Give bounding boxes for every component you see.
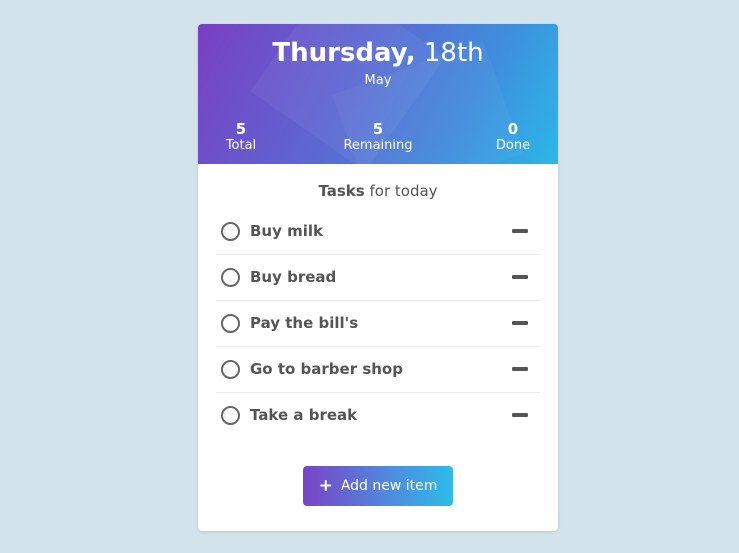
stat-total: 5 Total [198, 120, 286, 154]
task-label[interactable]: Pay the bill's [250, 313, 358, 333]
task-list: Buy milk Buy bread Pay the bill's Go to … [216, 209, 540, 439]
task-item: Pay the bill's [216, 301, 540, 347]
task-checkbox-icon[interactable] [221, 222, 240, 241]
remove-minus-icon[interactable] [512, 321, 528, 325]
stat-done-label: Done [495, 138, 531, 153]
task-label[interactable]: Buy bread [250, 267, 336, 287]
add-new-item-button[interactable]: + Add new item [303, 466, 453, 506]
task-label[interactable]: Buy milk [250, 221, 323, 241]
task-label[interactable]: Go to barber shop [250, 359, 403, 379]
stat-done: 0 Done [468, 120, 558, 154]
remove-minus-icon[interactable] [512, 413, 528, 417]
tasks-heading-rest: for today [364, 182, 438, 200]
task-item: Buy milk [216, 209, 540, 255]
tasks-heading-bold: Tasks [318, 182, 365, 200]
remove-minus-icon[interactable] [512, 229, 528, 233]
task-checkbox-icon[interactable] [221, 268, 240, 287]
day-number: 18th [423, 38, 484, 68]
stat-done-value: 0 [507, 120, 519, 138]
month-label: May [364, 73, 392, 88]
stat-remaining-label: Remaining [343, 138, 413, 153]
stat-total-value: 5 [235, 120, 247, 138]
task-checkbox-icon[interactable] [221, 360, 240, 379]
task-label[interactable]: Take a break [250, 405, 357, 425]
date-title: Thursday, 18th [198, 36, 558, 70]
task-item: Go to barber shop [216, 347, 540, 393]
add-new-item-label: Add new item [340, 478, 438, 494]
plus-icon: + [318, 475, 333, 496]
remove-minus-icon[interactable] [512, 367, 528, 371]
task-item: Buy bread [216, 255, 540, 301]
day-name: Thursday, [272, 38, 416, 68]
stat-total-label: Total [225, 138, 257, 153]
remove-minus-icon[interactable] [512, 275, 528, 279]
stat-remaining: 5 Remaining [333, 120, 423, 154]
stat-remaining-value: 5 [372, 120, 384, 138]
tasks-heading: Tasks for today [198, 180, 558, 202]
task-item: Take a break [216, 393, 540, 439]
task-checkbox-icon[interactable] [221, 314, 240, 333]
date-header: Thursday, 18th May 5 Total 5 Remaining 0… [198, 24, 558, 164]
task-checkbox-icon[interactable] [221, 406, 240, 425]
todo-card: Thursday, 18th May 5 Total 5 Remaining 0… [198, 24, 558, 531]
